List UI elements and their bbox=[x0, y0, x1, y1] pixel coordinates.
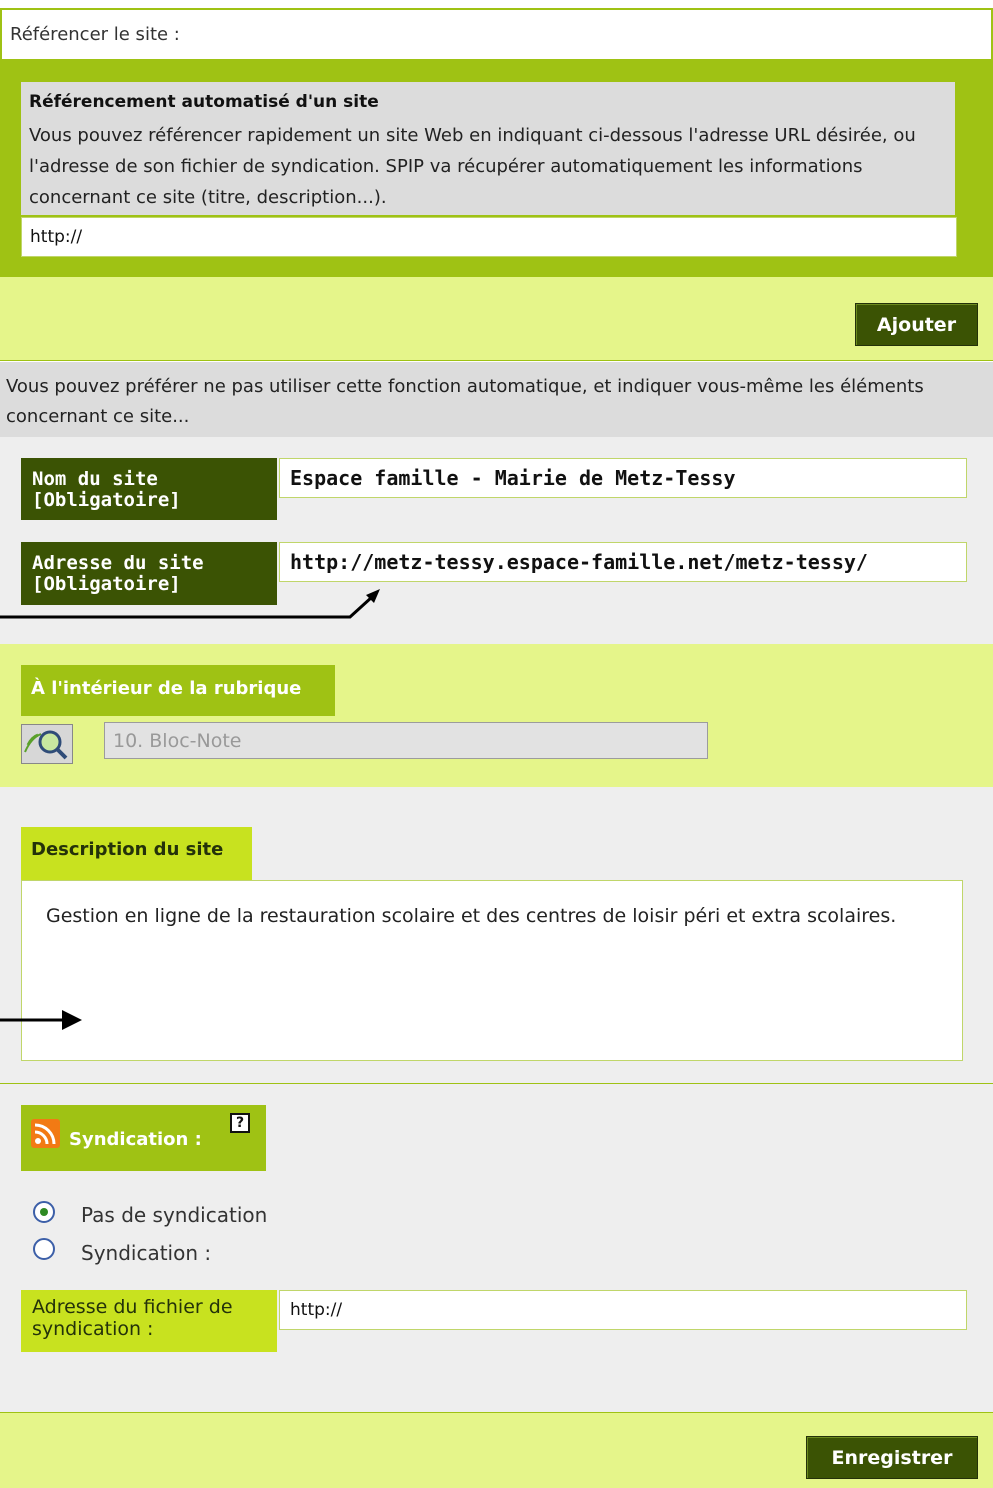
radio-no-syndication[interactable] bbox=[33, 1201, 55, 1223]
save-button[interactable]: Enregistrer bbox=[806, 1436, 978, 1479]
radio-no-syndication-label: Pas de syndication bbox=[81, 1203, 268, 1227]
rubrique-title: À l'intérieur de la rubrique bbox=[21, 665, 335, 716]
site-name-input[interactable] bbox=[279, 458, 967, 498]
search-magnifier-icon[interactable] bbox=[21, 724, 73, 764]
auto-reference-description: Vous pouvez référencer rapidement un sit… bbox=[29, 125, 916, 208]
add-button-bar bbox=[0, 277, 993, 361]
radio-syndication-label: Syndication : bbox=[81, 1241, 212, 1265]
manual-intro-text: Vous pouvez préférer ne pas utiliser cet… bbox=[6, 376, 924, 427]
help-icon[interactable]: ? bbox=[230, 1113, 250, 1133]
auto-url-input[interactable] bbox=[21, 217, 957, 257]
site-name-label: Nom du site [Obligatoire] bbox=[21, 458, 277, 520]
add-button[interactable]: Ajouter bbox=[855, 303, 978, 346]
annotation-arrow-description bbox=[0, 1010, 82, 1030]
rubrique-input[interactable] bbox=[104, 722, 708, 759]
rss-icon bbox=[31, 1119, 60, 1148]
manual-intro-box: Vous pouvez préférer ne pas utiliser cet… bbox=[0, 362, 993, 437]
description-title: Description du site bbox=[21, 827, 252, 880]
radio-syndication[interactable] bbox=[33, 1238, 55, 1260]
syndication-title-box: Syndication : ? bbox=[21, 1105, 266, 1171]
feed-address-label: Adresse du fichier de syndication : bbox=[21, 1290, 277, 1352]
annotation-arrow-address bbox=[0, 589, 380, 619]
description-textarea[interactable]: Gestion en ligne de la restauration scol… bbox=[21, 880, 963, 1061]
site-address-input[interactable] bbox=[279, 542, 967, 582]
auto-reference-title: Référencement automatisé d'un site bbox=[29, 92, 379, 112]
feed-address-input[interactable] bbox=[279, 1290, 967, 1330]
syndication-title: Syndication : bbox=[69, 1129, 202, 1150]
header-title: Référencer le site : bbox=[10, 24, 180, 45]
page-header: Référencer le site : bbox=[0, 8, 993, 59]
